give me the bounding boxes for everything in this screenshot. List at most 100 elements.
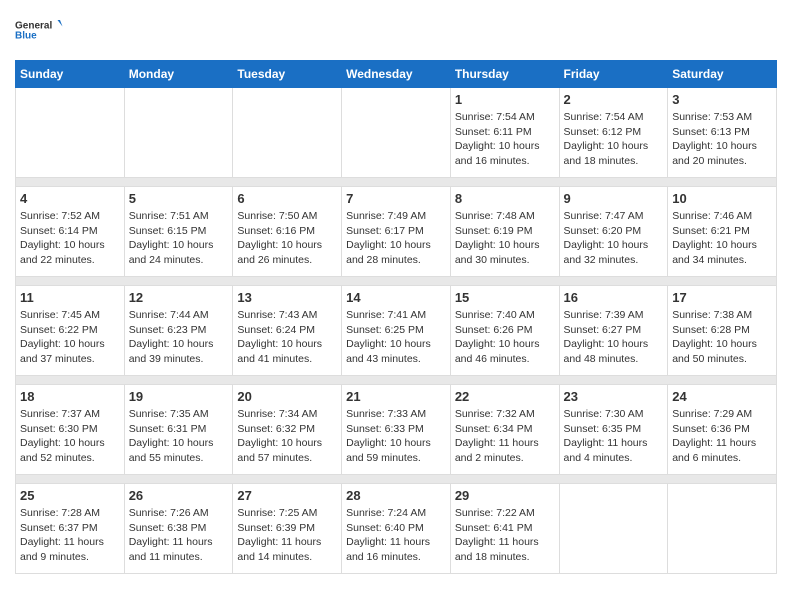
calendar-cell: 20 Sunrise: 7:34 AM Sunset: 6:32 PM Dayli… <box>233 385 342 475</box>
week-separator <box>16 277 777 286</box>
day-number: 19 <box>129 389 229 404</box>
calendar-cell: 9Sunrise: 7:47 AM Sunset: 6:20 PM Daylig… <box>559 187 668 277</box>
calendar-cell: 29Sunrise: 7:22 AM Sunset: 6:41 PM Dayli… <box>450 484 559 574</box>
day-info: Sunrise: 7:25 AM Sunset: 6:39 PM Dayligh… <box>237 506 337 565</box>
calendar-cell: 24Sunrise: 7:29 AM Sunset: 6:36 PM Dayli… <box>668 385 777 475</box>
week-separator <box>16 376 777 385</box>
day-info: Sunrise: 7:45 AM Sunset: 6:22 PM Dayligh… <box>20 308 120 367</box>
day-number: 24 <box>672 389 772 404</box>
day-number: 23 <box>564 389 664 404</box>
day-info: Sunrise: 7:51 AM Sunset: 6:15 PM Dayligh… <box>129 209 229 268</box>
day-number: 1 <box>455 92 555 107</box>
day-number: 14 <box>346 290 446 305</box>
calendar-cell: 17 Sunrise: 7:38 AM Sunset: 6:28 PM Dayli… <box>668 286 777 376</box>
day-info: Sunrise: 7:53 AM Sunset: 6:13 PM Dayligh… <box>672 110 772 169</box>
day-info: Sunrise: 7:24 AM Sunset: 6:40 PM Dayligh… <box>346 506 446 565</box>
column-header-wednesday: Wednesday <box>342 61 451 88</box>
column-header-thursday: Thursday <box>450 61 559 88</box>
calendar-cell: 19 Sunrise: 7:35 AM Sunset: 6:31 PM Dayli… <box>124 385 233 475</box>
calendar-week-row: 18 Sunrise: 7:37 AM Sunset: 6:30 PM Dayli… <box>16 385 777 475</box>
day-number: 18 <box>20 389 120 404</box>
day-number: 13 <box>237 290 337 305</box>
calendar-cell <box>668 484 777 574</box>
day-info: Sunrise: 7:32 AM Sunset: 6:34 PM Dayligh… <box>455 407 555 466</box>
day-info: Sunrise: 7:38 AM Sunset: 6:28 PM Dayligh… <box>672 308 772 367</box>
calendar-cell: 5 Sunrise: 7:51 AM Sunset: 6:15 PM Daylig… <box>124 187 233 277</box>
calendar-cell: 16 Sunrise: 7:39 AM Sunset: 6:27 PM Dayli… <box>559 286 668 376</box>
column-header-saturday: Saturday <box>668 61 777 88</box>
day-info: Sunrise: 7:40 AM Sunset: 6:26 PM Dayligh… <box>455 308 555 367</box>
day-info: Sunrise: 7:50 AM Sunset: 6:16 PM Dayligh… <box>237 209 337 268</box>
day-info: Sunrise: 7:46 AM Sunset: 6:21 PM Dayligh… <box>672 209 772 268</box>
logo-svg: General Blue <box>15 10 65 50</box>
day-number: 6 <box>237 191 337 206</box>
day-number: 5 <box>129 191 229 206</box>
calendar-week-row: 11 Sunrise: 7:45 AM Sunset: 6:22 PM Dayli… <box>16 286 777 376</box>
day-info: Sunrise: 7:54 AM Sunset: 6:11 PM Dayligh… <box>455 110 555 169</box>
day-info: Sunrise: 7:37 AM Sunset: 6:30 PM Dayligh… <box>20 407 120 466</box>
day-info: Sunrise: 7:54 AM Sunset: 6:12 PM Dayligh… <box>564 110 664 169</box>
day-number: 4 <box>20 191 120 206</box>
column-header-sunday: Sunday <box>16 61 125 88</box>
calendar-cell <box>16 88 125 178</box>
day-number: 20 <box>237 389 337 404</box>
day-info: Sunrise: 7:35 AM Sunset: 6:31 PM Dayligh… <box>129 407 229 466</box>
calendar-cell: 4 Sunrise: 7:52 AM Sunset: 6:14 PM Daylig… <box>16 187 125 277</box>
calendar-cell: 15 Sunrise: 7:40 AM Sunset: 6:26 PM Dayli… <box>450 286 559 376</box>
calendar-cell: 10Sunrise: 7:46 AM Sunset: 6:21 PM Dayli… <box>668 187 777 277</box>
day-number: 25 <box>20 488 120 503</box>
calendar-cell: 8Sunrise: 7:48 AM Sunset: 6:19 PM Daylig… <box>450 187 559 277</box>
calendar-cell: 22 Sunrise: 7:32 AM Sunset: 6:34 PM Dayli… <box>450 385 559 475</box>
day-number: 21 <box>346 389 446 404</box>
day-info: Sunrise: 7:47 AM Sunset: 6:20 PM Dayligh… <box>564 209 664 268</box>
day-number: 27 <box>237 488 337 503</box>
calendar-cell: 7Sunrise: 7:49 AM Sunset: 6:17 PM Daylig… <box>342 187 451 277</box>
calendar-cell: 11 Sunrise: 7:45 AM Sunset: 6:22 PM Dayli… <box>16 286 125 376</box>
calendar-cell: 6 Sunrise: 7:50 AM Sunset: 6:16 PM Daylig… <box>233 187 342 277</box>
day-info: Sunrise: 7:43 AM Sunset: 6:24 PM Dayligh… <box>237 308 337 367</box>
svg-text:General: General <box>15 21 52 32</box>
calendar-cell: 21Sunrise: 7:33 AM Sunset: 6:33 PM Dayli… <box>342 385 451 475</box>
day-info: Sunrise: 7:52 AM Sunset: 6:14 PM Dayligh… <box>20 209 120 268</box>
calendar-cell: 3 Sunrise: 7:53 AM Sunset: 6:13 PM Daylig… <box>668 88 777 178</box>
day-info: Sunrise: 7:39 AM Sunset: 6:27 PM Dayligh… <box>564 308 664 367</box>
calendar-cell: 28 Sunrise: 7:24 AM Sunset: 6:40 PM Dayli… <box>342 484 451 574</box>
day-number: 12 <box>129 290 229 305</box>
day-info: Sunrise: 7:48 AM Sunset: 6:19 PM Dayligh… <box>455 209 555 268</box>
week-separator <box>16 178 777 187</box>
logo: General Blue <box>15 10 65 50</box>
calendar-cell <box>124 88 233 178</box>
day-number: 17 <box>672 290 772 305</box>
page-header: General Blue <box>15 10 777 50</box>
column-header-friday: Friday <box>559 61 668 88</box>
week-separator <box>16 475 777 484</box>
calendar-week-row: 25 Sunrise: 7:28 AM Sunset: 6:37 PM Dayli… <box>16 484 777 574</box>
svg-text:Blue: Blue <box>15 31 37 42</box>
calendar-cell: 14 Sunrise: 7:41 AM Sunset: 6:25 PM Dayli… <box>342 286 451 376</box>
day-info: Sunrise: 7:49 AM Sunset: 6:17 PM Dayligh… <box>346 209 446 268</box>
day-info: Sunrise: 7:28 AM Sunset: 6:37 PM Dayligh… <box>20 506 120 565</box>
calendar-cell: 13 Sunrise: 7:43 AM Sunset: 6:24 PM Dayli… <box>233 286 342 376</box>
day-number: 15 <box>455 290 555 305</box>
day-info: Sunrise: 7:34 AM Sunset: 6:32 PM Dayligh… <box>237 407 337 466</box>
calendar-cell: 18 Sunrise: 7:37 AM Sunset: 6:30 PM Dayli… <box>16 385 125 475</box>
calendar-cell: 26Sunrise: 7:26 AM Sunset: 6:38 PM Dayli… <box>124 484 233 574</box>
day-number: 3 <box>672 92 772 107</box>
calendar-cell <box>559 484 668 574</box>
day-number: 11 <box>20 290 120 305</box>
day-number: 16 <box>564 290 664 305</box>
calendar-table: SundayMondayTuesdayWednesdayThursdayFrid… <box>15 60 777 574</box>
calendar-cell: 2 Sunrise: 7:54 AM Sunset: 6:12 PM Daylig… <box>559 88 668 178</box>
calendar-header-row: SundayMondayTuesdayWednesdayThursdayFrid… <box>16 61 777 88</box>
day-number: 28 <box>346 488 446 503</box>
day-info: Sunrise: 7:30 AM Sunset: 6:35 PM Dayligh… <box>564 407 664 466</box>
calendar-cell: 1 Sunrise: 7:54 AM Sunset: 6:11 PM Daylig… <box>450 88 559 178</box>
column-header-monday: Monday <box>124 61 233 88</box>
calendar-cell: 12Sunrise: 7:44 AM Sunset: 6:23 PM Dayli… <box>124 286 233 376</box>
day-number: 2 <box>564 92 664 107</box>
day-number: 26 <box>129 488 229 503</box>
day-number: 29 <box>455 488 555 503</box>
calendar-cell: 25 Sunrise: 7:28 AM Sunset: 6:37 PM Dayli… <box>16 484 125 574</box>
day-info: Sunrise: 7:41 AM Sunset: 6:25 PM Dayligh… <box>346 308 446 367</box>
day-number: 22 <box>455 389 555 404</box>
